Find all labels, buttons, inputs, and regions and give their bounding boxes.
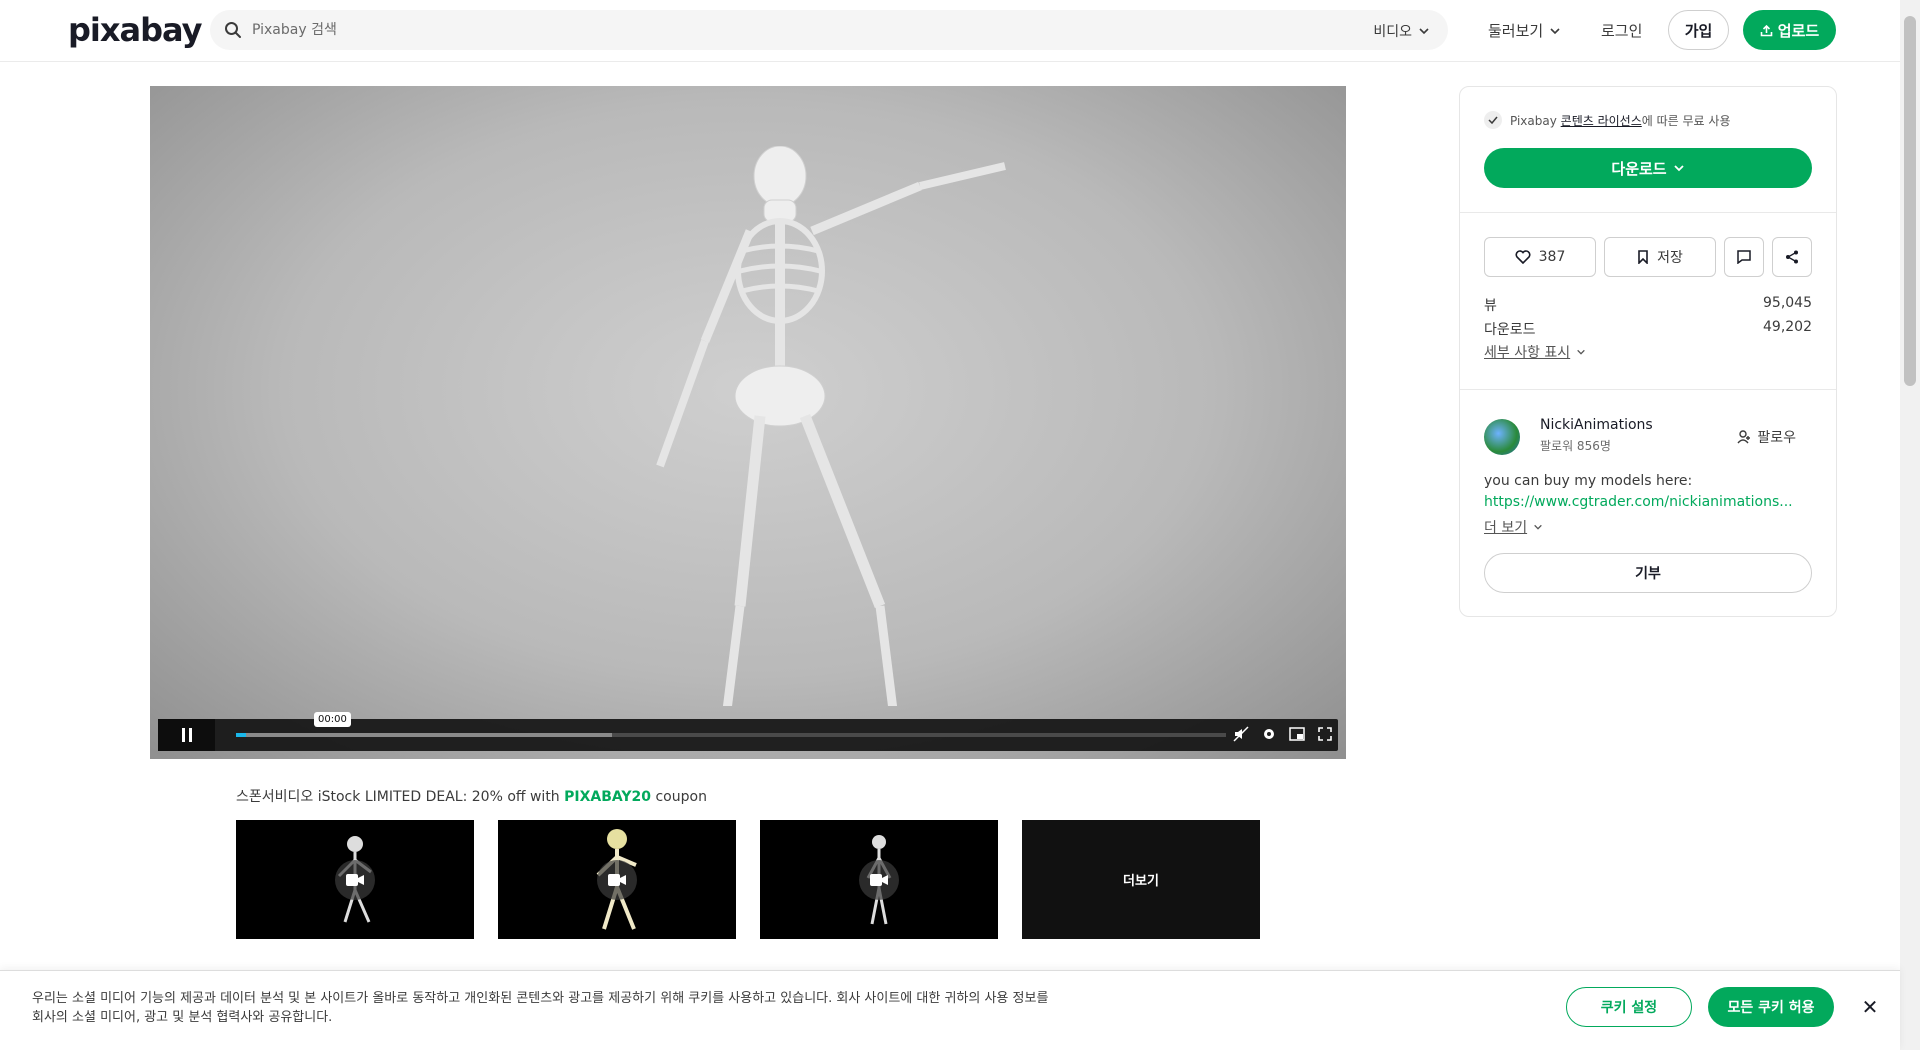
login-link[interactable]: 로그인 <box>1601 20 1642 41</box>
more-label: 더 보기 <box>1484 520 1528 536</box>
close-icon[interactable]: ✕ <box>1858 995 1882 1019</box>
share-button[interactable] <box>1772 237 1812 277</box>
license-prefix: Pixabay <box>1510 113 1561 128</box>
video-camera-icon <box>597 859 637 900</box>
search-input[interactable] <box>252 10 1152 50</box>
author-block: NickiAnimations 팔로워 856명 팔로우 <box>1484 415 1812 463</box>
license-note: Pixabay 콘텐츠 라이선스에 따른 무료 사용 <box>1484 111 1731 129</box>
author-name[interactable]: NickiAnimations <box>1540 417 1653 433</box>
chevron-down-icon <box>1419 28 1429 35</box>
sponsored-thumbnail[interactable] <box>760 820 998 939</box>
bookmark-icon <box>1638 250 1648 264</box>
comment-button[interactable] <box>1724 237 1764 277</box>
pause-icon <box>181 728 192 742</box>
explore-label: 둘러보기 <box>1488 22 1544 40</box>
video-played-bar <box>236 733 246 737</box>
follow-button[interactable]: 팔로우 <box>1737 427 1796 447</box>
like-count: 387 <box>1538 249 1566 265</box>
divider <box>1460 389 1836 390</box>
more-label: 더보기 <box>1123 874 1159 889</box>
save-button[interactable]: 저장 <box>1604 237 1716 277</box>
video-player[interactable]: 00:00 <box>150 86 1346 759</box>
upload-icon <box>1760 24 1773 36</box>
explore-menu[interactable]: 둘러보기 <box>1488 20 1561 41</box>
add-user-icon <box>1737 430 1751 444</box>
sidebar-panel: Pixabay 콘텐츠 라이선스에 따른 무료 사용 다운로드 387 저장 뷰… <box>1459 86 1837 617</box>
author-followers: 팔로워 856명 <box>1540 439 1611 453</box>
author-bio-link[interactable]: https://www.cgtrader.com/nickianimations… <box>1484 494 1812 510</box>
download-button[interactable]: 다운로드 <box>1484 148 1812 188</box>
allow-all-cookies-button[interactable]: 모든 쿠키 허용 <box>1708 987 1834 1027</box>
show-more-link[interactable]: 더 보기 <box>1484 517 1543 537</box>
video-progress-bar[interactable]: 00:00 <box>236 712 1226 737</box>
downloads-label: 다운로드 <box>1484 322 1536 338</box>
downloads-stat: 다운로드 49,202 <box>1484 319 1812 339</box>
volume-mute-icon[interactable] <box>1232 725 1250 743</box>
views-label: 뷰 <box>1484 298 1497 314</box>
avatar[interactable] <box>1484 419 1520 455</box>
save-label: 저장 <box>1657 250 1683 266</box>
join-button[interactable]: 가입 <box>1668 10 1729 50</box>
sponsor-suffix: coupon <box>651 789 707 805</box>
fullscreen-icon[interactable] <box>1316 725 1334 743</box>
license-link[interactable]: 콘텐츠 라이선스 <box>1561 114 1642 128</box>
upload-label: 업로드 <box>1777 21 1820 40</box>
picture-in-picture-icon[interactable] <box>1288 725 1306 743</box>
details-label: 세부 사항 표시 <box>1484 345 1571 361</box>
sponsor-banner: 스폰서비디오 iStock LIMITED DEAL: 20% off with… <box>236 786 707 806</box>
video-controls: 00:00 <box>158 712 1338 751</box>
scrollbar-thumb[interactable] <box>1904 16 1916 386</box>
cookie-settings-button[interactable]: 쿠키 설정 <box>1566 987 1692 1027</box>
top-navigation-bar: pixabay 비디오 둘러보기 로그인 가입 업로드 <box>0 0 1900 62</box>
license-suffix: 에 따른 무료 사용 <box>1641 113 1731 128</box>
chevron-down-icon <box>1534 524 1542 530</box>
settings-icon[interactable] <box>1260 725 1278 743</box>
show-details-link[interactable]: 세부 사항 표시 <box>1484 342 1586 362</box>
upload-button[interactable]: 업로드 <box>1743 10 1836 50</box>
video-buffered-bar <box>236 733 613 737</box>
chevron-down-icon <box>1550 27 1560 34</box>
sponsored-thumbnail[interactable] <box>236 820 474 939</box>
skeleton-video-frame <box>656 146 1006 706</box>
heart-icon <box>1515 250 1531 264</box>
cookie-text: 우리는 소셜 미디어 기능의 제공과 데이터 분석 및 본 사이트가 올바로 동… <box>32 991 1049 1025</box>
video-time-tooltip: 00:00 <box>314 712 351 727</box>
video-camera-icon <box>335 859 375 900</box>
search-bar[interactable]: 비디오 <box>210 10 1448 50</box>
search-type-dropdown[interactable]: 비디오 <box>1373 21 1430 41</box>
chevron-down-icon <box>1577 349 1585 355</box>
divider <box>1460 212 1836 213</box>
like-button[interactable]: 387 <box>1484 237 1596 277</box>
chevron-down-icon <box>1673 165 1684 172</box>
sponsored-thumbnails: 더보기 <box>236 820 1260 939</box>
comment-icon <box>1737 250 1751 264</box>
donate-button[interactable]: 기부 <box>1484 553 1812 593</box>
page-scrollbar[interactable] <box>1900 0 1920 1050</box>
video-camera-icon <box>859 859 899 900</box>
coupon-code[interactable]: PIXABAY20 <box>564 789 651 805</box>
views-value: 95,045 <box>1763 295 1812 311</box>
more-thumbnails-button[interactable]: 더보기 <box>1022 820 1260 939</box>
follow-label: 팔로우 <box>1757 430 1796 446</box>
search-icon <box>225 22 241 38</box>
action-buttons: 387 저장 <box>1484 237 1812 277</box>
author-bio: you can buy my models here: <box>1484 473 1693 489</box>
sponsored-thumbnail[interactable] <box>498 820 736 939</box>
video-control-icons <box>1232 725 1334 743</box>
views-stat: 뷰 95,045 <box>1484 295 1812 315</box>
download-label: 다운로드 <box>1611 159 1667 178</box>
search-type-label: 비디오 <box>1373 24 1412 40</box>
share-icon <box>1786 250 1798 264</box>
pixabay-logo[interactable]: pixabay <box>68 11 202 49</box>
sponsor-prefix: 스폰서비디오 iStock LIMITED DEAL: 20% off with <box>236 789 565 805</box>
cookie-banner: 우리는 소셜 미디어 기능의 제공과 데이터 분석 및 본 사이트가 올바로 동… <box>0 970 1900 1050</box>
pause-button[interactable] <box>158 719 215 751</box>
downloads-value: 49,202 <box>1763 319 1812 335</box>
check-icon <box>1484 111 1502 129</box>
